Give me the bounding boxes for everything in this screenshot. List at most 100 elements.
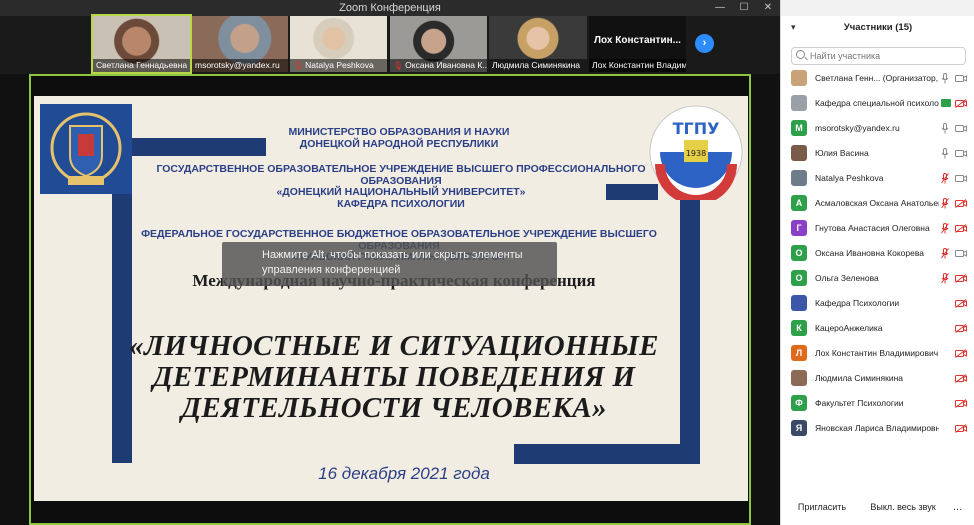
mic-icon[interactable] bbox=[941, 148, 949, 159]
alt-hint-tooltip: Нажмите Alt, чтобы показать или скрыть э… bbox=[222, 242, 557, 286]
participant-row[interactable]: Г Гнутова Анастасия Олеговна bbox=[781, 216, 974, 241]
next-page-button[interactable]: › bbox=[695, 34, 714, 53]
participant-name: Ольга Зеленова bbox=[815, 273, 879, 283]
participant-list: Светлана Генн... (Организатор, я) Кафедра… bbox=[781, 66, 974, 441]
zoom-window: Zoom Конференция — ☐ ✕ Светлана Геннадье… bbox=[0, 0, 974, 525]
avatar bbox=[791, 95, 807, 111]
participant-name: Natalya Peshkova bbox=[815, 173, 884, 183]
minimize-icon[interactable]: — bbox=[708, 0, 732, 16]
invite-button[interactable]: Пригласить bbox=[791, 497, 853, 517]
camera-off-icon[interactable] bbox=[955, 399, 967, 408]
video-thumb[interactable]: Светлана Геннадьевна ... bbox=[91, 14, 192, 74]
avatar bbox=[791, 145, 807, 161]
mic-muted-icon[interactable] bbox=[941, 273, 949, 284]
panel-footer: Пригласить Выкл. весь звук ... bbox=[781, 497, 974, 517]
participant-search-input[interactable]: Найти участника bbox=[791, 47, 966, 65]
more-options-icon[interactable]: ... bbox=[953, 501, 962, 513]
maximize-icon[interactable]: ☐ bbox=[732, 0, 756, 16]
mic-icon[interactable] bbox=[941, 73, 949, 84]
panel-title: Участники (15) bbox=[843, 22, 913, 33]
camera-icon[interactable] bbox=[955, 249, 967, 258]
camera-off-icon[interactable] bbox=[955, 299, 967, 308]
participant-name: Гнутова Анастасия Олеговна bbox=[815, 223, 930, 233]
participant-row[interactable]: Светлана Генн... (Организатор, я) bbox=[781, 66, 974, 91]
camera-icon[interactable] bbox=[955, 149, 967, 158]
presentation-slide: ТГПУ 1938 МИНИСТЕРСТВО ОБРАЗОВАНИЯ И НАУ… bbox=[34, 96, 748, 501]
participant-row[interactable]: Natalya Peshkova bbox=[781, 166, 974, 191]
mic-muted-icon[interactable] bbox=[941, 198, 949, 209]
avatar bbox=[791, 370, 807, 386]
mic-muted-icon: 🎙 bbox=[293, 61, 304, 70]
video-thumb[interactable]: 🎙 Оксана Ивановна К... bbox=[390, 16, 487, 72]
mic-muted-icon[interactable] bbox=[941, 248, 949, 259]
participant-name: Кафедра специальной психолог... bbox=[815, 98, 939, 108]
participant-name: msorotsky@yandex.ru bbox=[815, 123, 900, 133]
mic-muted-icon[interactable] bbox=[941, 223, 949, 234]
participant-row[interactable]: О Ольга Зеленова bbox=[781, 266, 974, 291]
mic-muted-icon[interactable] bbox=[941, 173, 949, 184]
camera-off-icon[interactable] bbox=[955, 324, 967, 333]
participant-row[interactable]: Кафедра Психологии bbox=[781, 291, 974, 316]
panel-header: ▾ Участники (15) bbox=[781, 18, 974, 38]
video-thumb[interactable]: Лох Константин... Лох Константин Владим.… bbox=[589, 16, 686, 72]
thumb-name: msorotsky@yandex.ru bbox=[192, 59, 288, 72]
close-icon[interactable]: ✕ bbox=[756, 0, 780, 16]
participant-name: Людмила Симинякина bbox=[815, 373, 904, 383]
camera-off-icon[interactable] bbox=[955, 199, 967, 208]
thumb-name: Светлана Геннадьевна ... bbox=[93, 59, 190, 72]
avatar: Л bbox=[791, 345, 807, 361]
participant-row[interactable]: Mmsorotsky@yandex.ru bbox=[781, 116, 974, 141]
camera-off-icon[interactable] bbox=[955, 349, 967, 358]
screen-share-icon bbox=[941, 99, 951, 107]
camera-off-icon[interactable] bbox=[955, 99, 967, 108]
participant-name: Оксана Ивановна Кокорева bbox=[815, 248, 924, 258]
avatar: К bbox=[791, 320, 807, 336]
conference-date: 16 декабря 2021 года bbox=[318, 464, 490, 483]
video-thumb[interactable]: msorotsky@yandex.ru bbox=[192, 16, 288, 72]
avatar: А bbox=[791, 195, 807, 211]
camera-off-icon[interactable] bbox=[955, 424, 967, 433]
participant-name: КацероАнжелика bbox=[815, 323, 883, 333]
camera-off-icon[interactable] bbox=[955, 374, 967, 383]
participant-row[interactable]: Л Лох Константин Владимирович bbox=[781, 341, 974, 366]
video-strip: Светлана Геннадьевна ... msorotsky@yande… bbox=[0, 14, 780, 74]
avatar: M bbox=[791, 120, 807, 136]
video-thumb[interactable]: 🎙 Natalya Peshkova bbox=[290, 16, 387, 72]
participant-name: Лох Константин Владимирович bbox=[815, 348, 939, 358]
participant-row[interactable]: Кафедра специальной психолог... bbox=[781, 91, 974, 116]
participant-row[interactable]: Я Яновская Лариса Владимировна bbox=[781, 416, 974, 441]
participant-row[interactable]: А Асмаловская Оксана Анатольев... bbox=[781, 191, 974, 216]
camera-icon[interactable] bbox=[955, 74, 967, 83]
thumb-name: Лох Константин Владим... bbox=[589, 59, 686, 72]
thumb-name: 🎙 Natalya Peshkova bbox=[290, 59, 387, 72]
mute-all-button[interactable]: Выкл. весь звук bbox=[863, 497, 943, 517]
participant-row[interactable]: О Оксана Ивановна Кокорева bbox=[781, 241, 974, 266]
conference-title: «ЛИЧНОСТНЫЕ И СИТУАЦИОННЫЕ ДЕТЕРМИНАНТЫ П… bbox=[129, 330, 659, 424]
thumb-display-name: Лох Константин... bbox=[594, 35, 681, 46]
participant-row[interactable]: Юлия Васина bbox=[781, 141, 974, 166]
participant-name: Асмаловская Оксана Анатольев... bbox=[815, 198, 939, 208]
participant-name: Яновская Лариса Владимировна bbox=[815, 423, 939, 433]
window-title: Zoom Конференция bbox=[339, 2, 441, 14]
tgpu-logo: ТГПУ 1938 bbox=[644, 104, 748, 205]
camera-off-icon[interactable] bbox=[955, 224, 967, 233]
avatar: О bbox=[791, 270, 807, 286]
participant-row[interactable]: Людмила Симинякина bbox=[781, 366, 974, 391]
participant-name: Кафедра Психологии bbox=[815, 298, 900, 308]
mic-icon[interactable] bbox=[941, 123, 949, 134]
thumb-name: Людмила Симинякина bbox=[489, 59, 587, 72]
shared-screen: ТГПУ 1938 МИНИСТЕРСТВО ОБРАЗОВАНИЯ И НАУ… bbox=[0, 74, 780, 525]
camera-off-icon[interactable] bbox=[955, 274, 967, 283]
participant-name: Светлана Генн... (Организатор, я) bbox=[815, 73, 939, 83]
window-title-bar: Zoom Конференция — ☐ ✕ bbox=[0, 0, 780, 16]
avatar bbox=[791, 295, 807, 311]
decor-bar bbox=[514, 444, 700, 464]
video-thumb[interactable]: Людмила Симинякина bbox=[489, 16, 587, 72]
participant-row[interactable]: К КацероАнжелика bbox=[781, 316, 974, 341]
participant-row[interactable]: Ф Факультет Психологии bbox=[781, 391, 974, 416]
camera-icon[interactable] bbox=[955, 174, 967, 183]
avatar: Ф bbox=[791, 395, 807, 411]
active-speaker-frame: ТГПУ 1938 МИНИСТЕРСТВО ОБРАЗОВАНИЯ И НАУ… bbox=[29, 74, 751, 525]
avatar bbox=[791, 70, 807, 86]
camera-icon[interactable] bbox=[955, 124, 967, 133]
